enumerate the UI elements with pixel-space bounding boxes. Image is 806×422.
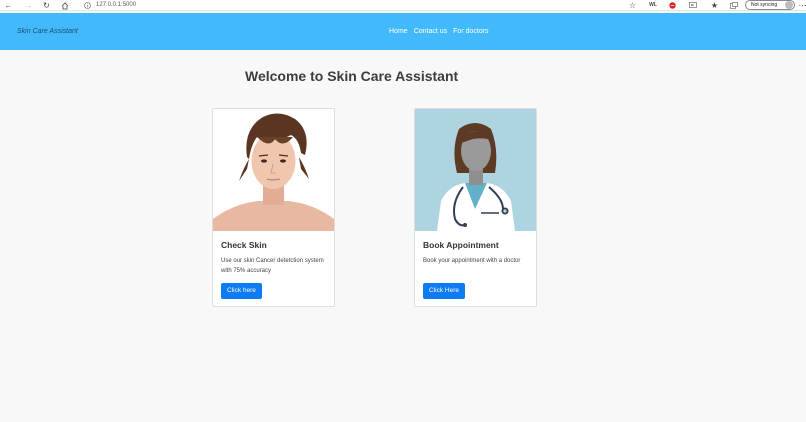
card-title: Book Appointment	[423, 240, 499, 250]
doctor-image	[415, 109, 536, 231]
forward-arrow-icon[interactable]: →	[24, 0, 33, 11]
back-arrow-icon[interactable]: ←	[4, 0, 13, 11]
book-appointment-card: Book Appointment Book your appointment w…	[414, 108, 537, 307]
check-skin-card: Check Skin Use our skin Cancer detetctio…	[212, 108, 335, 307]
extension-wl-icon[interactable]: WL	[648, 0, 658, 11]
home-icon[interactable]	[60, 0, 69, 11]
site-info-icon[interactable]	[83, 0, 92, 11]
navbar-brand[interactable]: Skin Care Assistant	[17, 13, 78, 50]
favorites-list-icon[interactable]: ★	[710, 0, 719, 11]
man-portrait-image	[213, 109, 334, 231]
sync-label: Not syncing	[751, 2, 778, 8]
card-description: Use our skin Cancer detetction system wi…	[221, 258, 324, 274]
adblock-extension-icon[interactable]	[668, 0, 677, 11]
card-title: Check Skin	[221, 240, 267, 250]
book-appointment-button[interactable]: Click Here	[423, 283, 465, 299]
browser-toolbar: ← → ↻ 127.0.0.1:5000 ☆ WL ★ Not syncing …	[0, 0, 806, 11]
profile-avatar	[785, 1, 793, 9]
card-description: Book your appointment with a doctor	[423, 258, 521, 264]
favorite-star-icon[interactable]: ☆	[628, 0, 637, 11]
top-navbar: Skin Care Assistant Home Contact us For …	[0, 13, 806, 50]
refresh-icon[interactable]: ↻	[42, 0, 51, 11]
screen-cast-icon[interactable]	[688, 0, 697, 11]
collections-icon[interactable]	[729, 0, 738, 11]
address-bar-url[interactable]: 127.0.0.1:5000	[96, 0, 136, 11]
nav-link-contact[interactable]: Contact us	[414, 28, 447, 35]
nav-link-home[interactable]: Home	[389, 28, 408, 35]
more-menu-icon[interactable]: ⋯	[799, 0, 806, 11]
profile-sync-button[interactable]: Not syncing	[745, 0, 795, 10]
nav-link-doctors[interactable]: For doctors	[453, 28, 488, 35]
check-skin-button[interactable]: Click here	[221, 283, 262, 299]
nav-links: Home Contact us For doctors	[389, 13, 489, 50]
page-title: Welcome to Skin Care Assistant	[245, 68, 459, 84]
